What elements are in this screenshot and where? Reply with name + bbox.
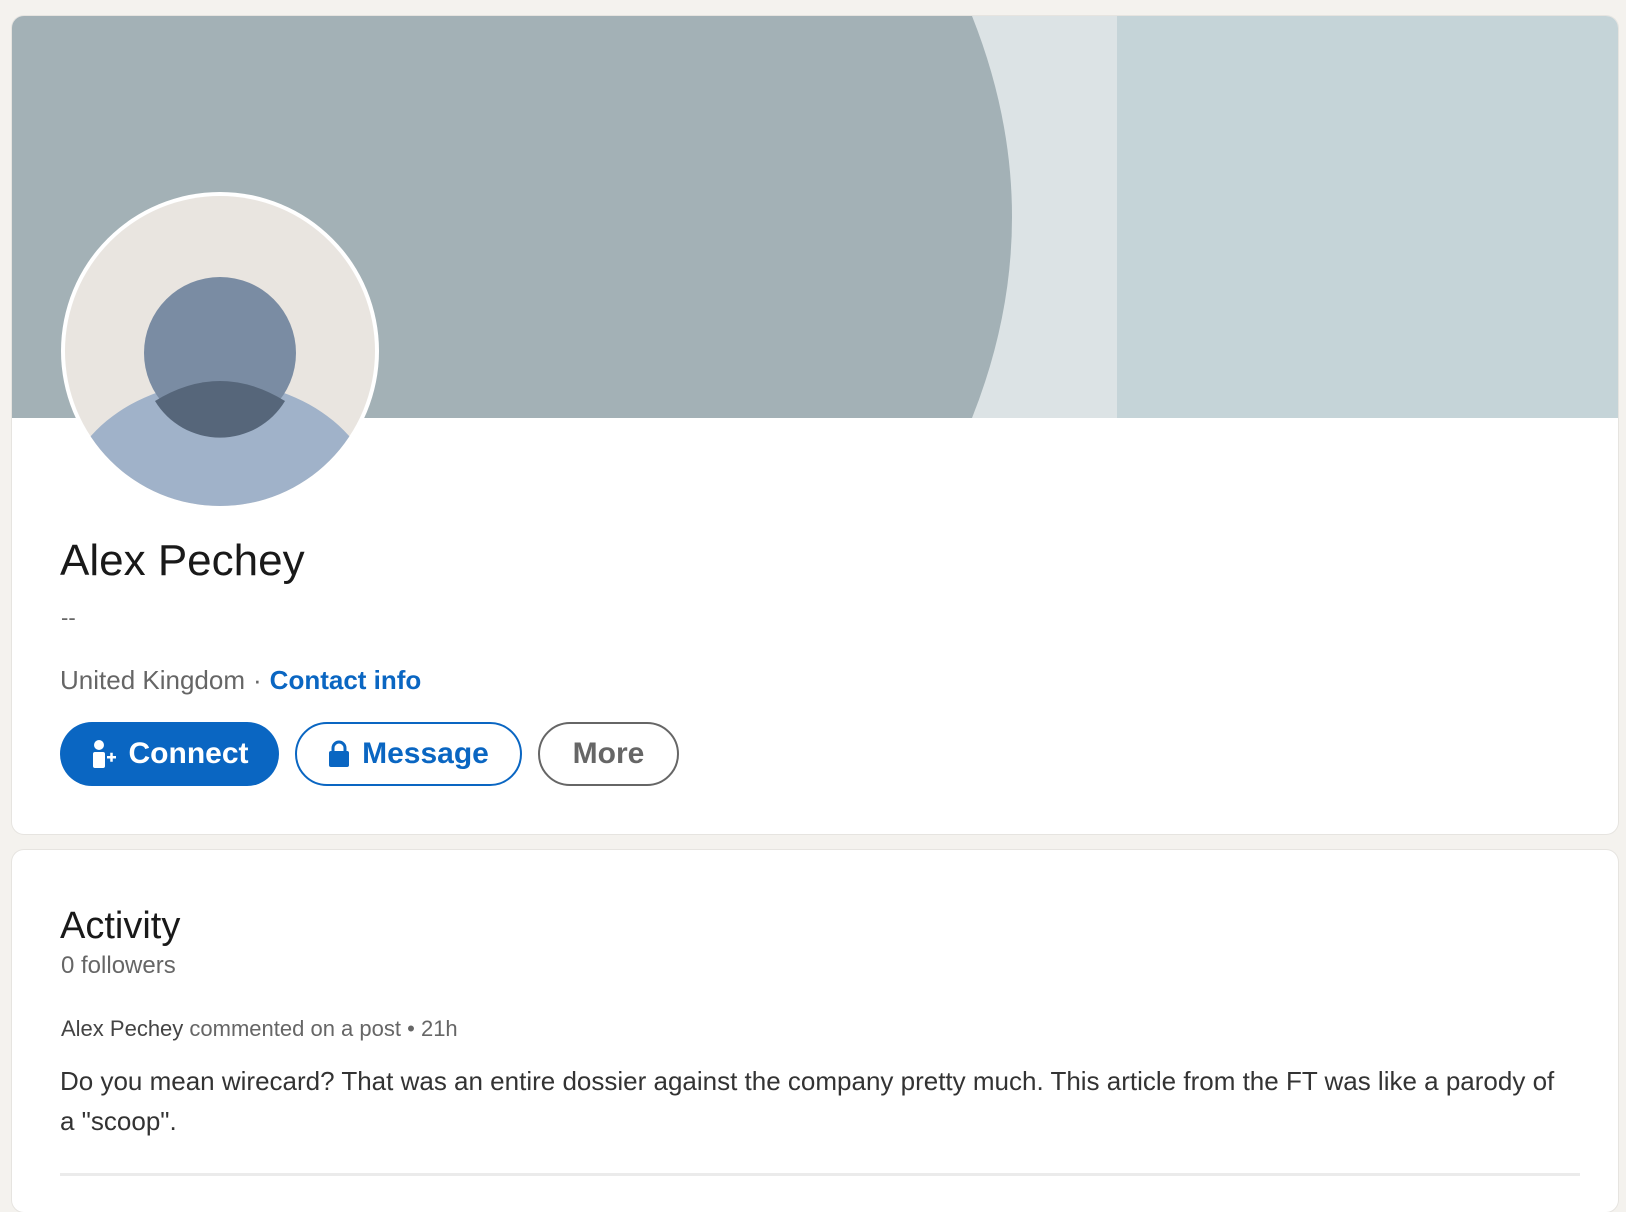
activity-time: 21h <box>420 1016 458 1041</box>
separator-dot: · <box>253 665 262 695</box>
contact-info-link[interactable]: Contact info <box>270 665 422 695</box>
connect-button[interactable]: Connect <box>60 722 279 786</box>
person-silhouette-icon <box>65 196 375 506</box>
more-label: More <box>572 737 645 770</box>
activity-author[interactable]: Alex Pechey <box>61 1016 183 1041</box>
profile-headline: -- <box>61 605 76 630</box>
profile-actions: Connect Message More <box>60 722 679 786</box>
location-row: United Kingdom · Contact info <box>60 663 421 697</box>
activity-bullet: • <box>407 1016 415 1041</box>
avatar[interactable] <box>61 192 379 510</box>
lock-icon <box>329 740 350 767</box>
profile-name: Alex Pechey <box>60 536 305 585</box>
activity-card: Activity 0 followers Alex Pechey comment… <box>12 850 1618 1212</box>
followers-count[interactable]: 0 followers <box>61 951 176 981</box>
divider <box>60 1173 1580 1176</box>
activity-comment-text[interactable]: Do you mean wirecard? That was an entire… <box>60 1061 1560 1141</box>
activity-heading: Activity <box>60 905 181 947</box>
profile-card: Alex Pechey -- United Kingdom · Contact in… <box>12 16 1618 834</box>
activity-item-meta: Alex Pechey commented on a post • 21h <box>61 1015 458 1043</box>
more-button[interactable]: More <box>538 722 679 786</box>
activity-action: commented on a post <box>189 1016 401 1041</box>
add-person-icon <box>92 740 116 768</box>
connect-label: Connect <box>128 737 249 770</box>
message-label: Message <box>362 737 489 770</box>
message-button[interactable]: Message <box>295 722 522 786</box>
location-text: United Kingdom <box>60 665 245 695</box>
